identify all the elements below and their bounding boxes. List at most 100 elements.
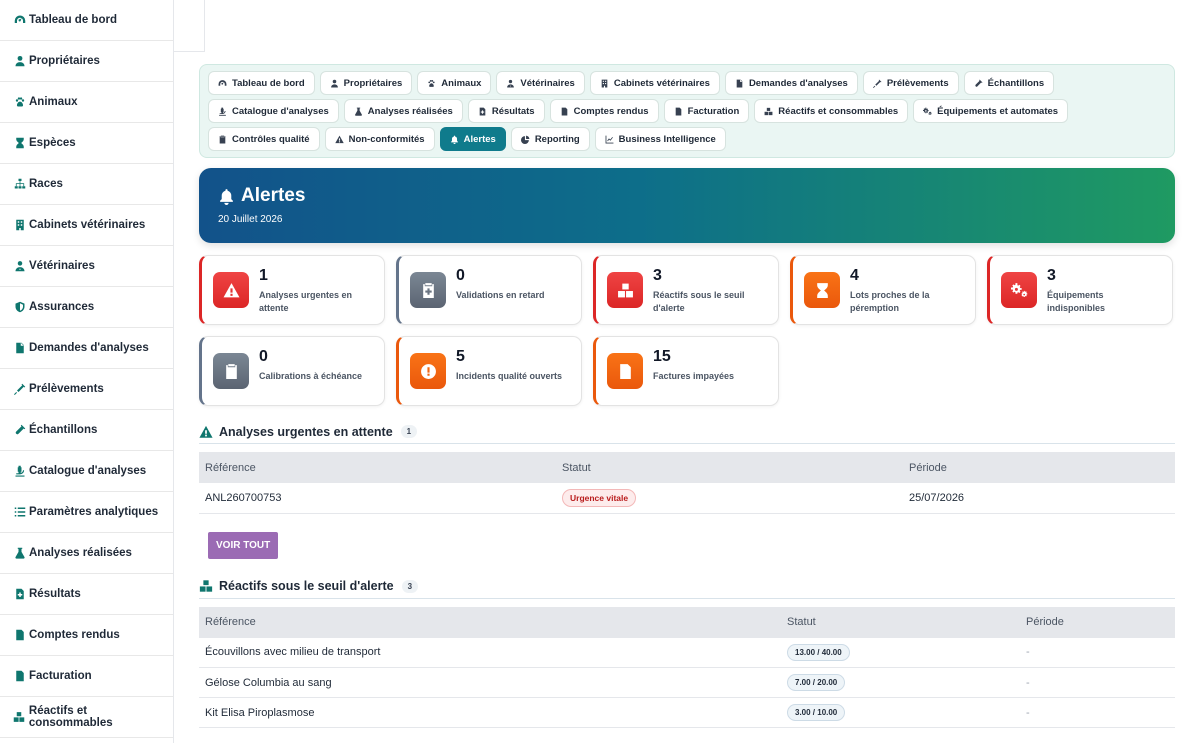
tab-prelevements[interactable]: Prélèvements [862,71,959,95]
tab-demandes-analyses[interactable]: Demandes d'analyses [724,71,858,95]
tab-tableau-de-bord[interactable]: Tableau de bord [208,71,315,95]
status-cell: Urgence vitale [556,483,903,514]
sidebar-item-reactifs[interactable]: Réactifs et consommables [0,697,173,738]
sidebar-item-tableau-de-bord[interactable]: Tableau de bord [0,0,173,41]
paw-icon [13,96,26,109]
tab-echantillons[interactable]: Échantillons [963,71,1055,95]
sidebar-item-especes[interactable]: Espèces [0,123,173,164]
stat-card-urgent-analyses[interactable]: 1 Analyses urgentes en attente [199,255,385,325]
tab-analyses-realisees[interactable]: Analyses réalisées [343,99,463,123]
main-content: Tableau de bord Propriétaires Animaux Vé… [199,64,1175,743]
invoice-icon [607,353,643,389]
sidebar-item-facturation[interactable]: Facturation [0,656,173,697]
stat-card-quality-incidents[interactable]: 5 Incidents qualité ouverts [396,336,582,406]
microscope-icon [13,465,26,478]
sidebar-item-races[interactable]: Races [0,164,173,205]
tab-veterinaires[interactable]: Vétérinaires [496,71,585,95]
sidebar-item-demandes-analyses[interactable]: Demandes d'analyses [0,328,173,369]
column-header[interactable]: Période [903,452,1175,483]
reference-cell: Écouvillons avec milieu de transport [199,637,781,668]
stat-card-expiring-lots[interactable]: 4 Lots proches de la péremption [790,255,976,325]
building-icon [13,219,26,232]
column-header[interactable]: Statut [556,452,903,483]
tab-label: Facturation [687,105,740,117]
tab-equipements[interactable]: Équipements et automates [913,99,1069,123]
tab-label: Demandes d'analyses [748,77,848,89]
tab-comptes-rendus[interactable]: Comptes rendus [549,99,659,123]
column-header[interactable]: Période [1020,606,1175,638]
exclamation-circle-icon [410,353,446,389]
file-icon [735,79,744,88]
sidebar-item-echantillons[interactable]: Échantillons [0,410,173,451]
sidebar-item-resultats[interactable]: Résultats [0,574,173,615]
table-row[interactable]: Gélose Columbia au sang 7.00 / 20.00 - [199,667,1175,698]
bell-icon [450,135,459,144]
tab-cabinets-veterinaires[interactable]: Cabinets vétérinaires [589,71,720,95]
flask-icon [354,107,363,116]
tab-reactifs[interactable]: Réactifs et consommables [754,99,909,123]
page-header: Alertes 20 Juillet 2026 [199,168,1175,243]
tab-animaux[interactable]: Animaux [417,71,492,95]
warning-icon [199,425,213,439]
period-cell: 25/07/2026 [903,483,1175,514]
tab-resultats[interactable]: Résultats [467,99,545,123]
sidebar-item-comptes-rendus[interactable]: Comptes rendus [0,615,173,656]
tab-label: Business Intelligence [618,133,716,145]
table-row[interactable]: Kit Elisa Piroplasmose 3.00 / 10.00 - [199,697,1175,728]
stat-card-equipment-unavailable[interactable]: 3 Équipements indisponibles [987,255,1173,325]
column-header[interactable]: Statut [781,606,1020,638]
status-cell: 13.00 / 40.00 [781,637,1020,668]
sidebar-item-parametres-analytiques[interactable]: Paramètres analytiques [0,492,173,533]
sidebar-item-analyses-realisees[interactable]: Analyses réalisées [0,533,173,574]
sidebar-item-label: Animaux [29,96,78,108]
stat-card-late-validations[interactable]: 0 Validations en retard [396,255,582,325]
flask-icon [13,547,26,560]
tab-proprietaires[interactable]: Propriétaires [319,71,413,95]
period-cell: - [1020,697,1175,728]
tab-alertes[interactable]: Alertes [439,127,506,151]
tab-non-conformites[interactable]: Non-conformités [324,127,435,151]
doctor-icon [506,79,515,88]
sidebar-item-proprietaires[interactable]: Propriétaires [0,41,173,82]
alert-cards: 1 Analyses urgentes en attente 0 Validatio… [199,255,1175,406]
syringe-icon [13,383,26,396]
urgent-analyses-section: Analyses urgentes en attente 1 Référence… [199,420,1175,559]
reagents-section: Réactifs sous le seuil d'alerte 3 Référe… [199,575,1175,743]
sidebar-item-veterinaires[interactable]: Vétérinaires [0,246,173,287]
tab-label: Résultats [491,105,535,117]
tab-controles-qualite[interactable]: Contrôles qualité [208,127,320,151]
column-header[interactable]: Référence [199,452,556,483]
clipboard-check-icon [213,353,249,389]
tab-reporting[interactable]: Reporting [510,127,590,151]
microscope-icon [218,107,227,116]
sidebar-item-cabinets-veterinaires[interactable]: Cabinets vétérinaires [0,205,173,246]
view-all-button[interactable]: VOIR TOUT [208,531,279,559]
tab-label: Cabinets vétérinaires [613,77,710,89]
tab-label: Vétérinaires [520,77,575,89]
tab-label: Échantillons [987,77,1045,89]
table-row[interactable]: Écouvillons avec milieu de transport 13.… [199,637,1175,668]
sidebar-item-prelevements[interactable]: Prélèvements [0,369,173,410]
sidebar-item-assurances[interactable]: Assurances [0,287,173,328]
sidebar-item-label: Propriétaires [29,55,100,67]
tab-catalogue-analyses[interactable]: Catalogue d'analyses [208,99,339,123]
tab-business-intelligence[interactable]: Business Intelligence [594,127,726,151]
stat-card-calibrations[interactable]: 0 Calibrations à échéance [199,336,385,406]
sidebar-item-animaux[interactable]: Animaux [0,82,173,123]
cogs-icon [1001,272,1037,308]
stat-card-unpaid-invoices[interactable]: 15 Factures impayées [593,336,779,406]
stat-value: 1 [259,267,268,284]
user-icon [13,55,26,68]
chart-line-icon [605,135,614,144]
stat-label: Incidents qualité ouverts [456,371,563,381]
sidebar-item-catalogue-analyses[interactable]: Catalogue d'analyses [0,451,173,492]
warning-icon [213,272,249,308]
sidebar-item-label: Échantillons [29,424,98,436]
table-row[interactable]: ANL260700753 Urgence vitale 25/07/2026 [199,483,1175,514]
column-header[interactable]: Référence [199,606,781,638]
stat-card-reagents-threshold[interactable]: 3 Réactifs sous le seuil d'alerte [593,255,779,325]
reference-cell: Kit Elisa Piroplasmose [199,697,781,728]
dashboard-icon [13,14,26,27]
hourglass-icon [804,272,840,308]
tab-facturation[interactable]: Facturation [663,99,750,123]
